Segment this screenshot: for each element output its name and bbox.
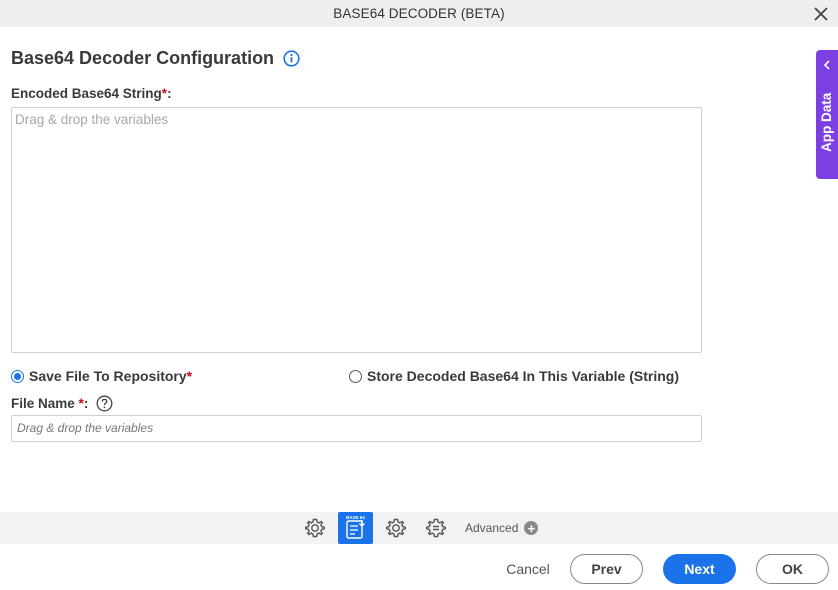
app-data-label: App Data	[819, 92, 834, 152]
gear-icon[interactable]	[383, 515, 409, 541]
advanced-label: Advanced	[465, 521, 519, 535]
encoded-string-label-text: Encoded Base64 String	[11, 86, 162, 101]
title-bar: BASE64 DECODER (BETA)	[0, 0, 838, 27]
window-title: BASE64 DECODER (BETA)	[333, 6, 505, 21]
help-icon[interactable]	[96, 395, 113, 412]
radio-selected-indicator[interactable]	[11, 369, 24, 383]
save-file-radio[interactable]: Save File To Repository *	[11, 368, 192, 384]
store-variable-radio[interactable]: Store Decoded Base64 In This Variable (S…	[349, 368, 679, 384]
base64-step-caption: BASE 64	[346, 515, 365, 520]
prev-button[interactable]: Prev	[570, 554, 643, 584]
advanced-settings-icon[interactable]	[423, 515, 449, 541]
page-heading: Base64 Decoder Configuration	[11, 48, 300, 69]
file-name-placeholder: Drag & drop the variables	[17, 421, 154, 435]
file-name-label: File Name * :	[11, 395, 113, 412]
ok-button[interactable]: OK	[756, 554, 829, 584]
radio-unselected-indicator[interactable]	[349, 369, 362, 383]
close-icon[interactable]	[811, 4, 830, 23]
encoded-string-label: Encoded Base64 String*:	[11, 86, 172, 101]
app-data-panel-toggle[interactable]: App Data	[816, 50, 838, 179]
plus-circle-icon: +	[524, 521, 539, 535]
required-marker: *	[186, 368, 193, 384]
settings-gear-icon[interactable]	[302, 515, 328, 541]
encoded-string-input[interactable]: Drag & drop the variables	[11, 107, 702, 353]
info-icon[interactable]	[283, 50, 300, 67]
encoded-string-placeholder: Drag & drop the variables	[15, 112, 169, 127]
file-name-input[interactable]: Drag & drop the variables	[11, 415, 702, 442]
file-name-label-text: File Name	[11, 396, 75, 411]
page-title: Base64 Decoder Configuration	[11, 48, 275, 68]
next-button[interactable]: Next	[663, 554, 736, 584]
advanced-toggle[interactable]: Advanced +	[465, 521, 539, 535]
label-colon: :	[167, 86, 172, 101]
base64-step-button[interactable]: BASE 64	[338, 512, 373, 544]
label-colon: :	[83, 396, 89, 411]
cancel-button[interactable]: Cancel	[500, 554, 556, 584]
store-variable-radio-label: Store Decoded Base64 In This Variable (S…	[367, 368, 679, 384]
step-toolbar: BASE 64 Advanced +	[0, 512, 838, 544]
chevron-left-icon	[822, 60, 832, 70]
save-file-radio-label: Save File To Repository	[29, 368, 187, 384]
dialog-footer: Cancel Prev Next OK	[0, 544, 838, 590]
